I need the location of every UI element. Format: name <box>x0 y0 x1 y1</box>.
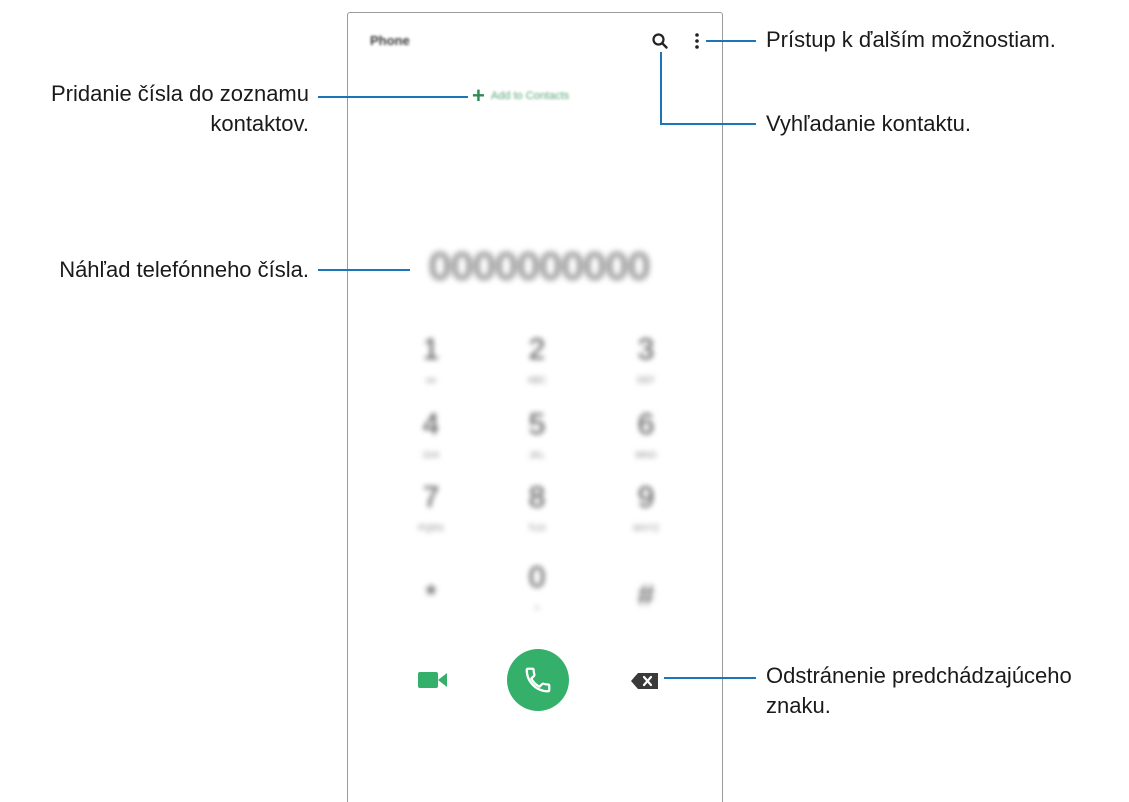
callout-add-contact-line2: kontaktov. <box>210 111 309 136</box>
search-icon[interactable] <box>650 31 670 51</box>
keypad-key-hash[interactable]: # <box>611 579 681 613</box>
phone-screen: Phone + Add to Contacts 0000000000 1 oo … <box>347 12 723 802</box>
keypad-key-9[interactable]: 9 WXYZ <box>611 481 681 533</box>
callout-line-number-preview <box>318 269 410 271</box>
add-to-contacts-label: Add to Contacts <box>490 90 570 102</box>
keypad-key-5[interactable]: 5 JKL <box>502 408 572 460</box>
keypad-key-1[interactable]: 1 oo <box>396 333 466 385</box>
callout-search-contact: Vyhľadanie kontaktu. <box>766 111 971 136</box>
callout-line-more-options <box>706 40 756 42</box>
keypad-key-2[interactable]: 2 ABC <box>502 333 572 385</box>
add-to-contacts-button[interactable]: + Add to Contacts <box>472 83 570 108</box>
callout-delete-line2: znaku. <box>766 693 831 718</box>
callout-number-preview: Náhľad telefónneho čísla. <box>59 257 309 282</box>
keypad-key-4[interactable]: 4 GHI <box>396 408 466 460</box>
more-options-icon[interactable] <box>690 31 704 51</box>
callout-line-add-contact <box>318 96 468 98</box>
keypad-key-3[interactable]: 3 DEF <box>611 333 681 385</box>
callout-add-contact-line1: Pridanie čísla do zoznamu <box>50 81 309 106</box>
app-title: Phone <box>370 33 410 48</box>
add-icon: + <box>472 83 485 108</box>
callout-line-search-vertical <box>660 52 662 125</box>
callout-more-options: Prístup k ďalším možnostiam. <box>766 27 1056 52</box>
callout-line-delete <box>664 677 756 679</box>
keypad-key-star[interactable]: * <box>396 579 466 613</box>
callout-line-search-horizontal <box>660 123 756 125</box>
callout-delete-line1: Odstránenie predchádzajúceho <box>766 663 1072 688</box>
call-button[interactable] <box>507 649 569 711</box>
keypad-key-0[interactable]: 0 + <box>502 561 572 613</box>
phone-call-icon <box>525 667 551 693</box>
backspace-icon[interactable] <box>630 672 660 690</box>
keypad-key-6[interactable]: 6 MNO <box>611 408 681 460</box>
phone-number-preview: 0000000000 <box>429 246 651 288</box>
video-call-icon[interactable] <box>416 668 450 692</box>
keypad-key-8[interactable]: 8 TUV <box>502 481 572 533</box>
keypad-key-7[interactable]: 7 PQRS <box>396 481 466 533</box>
